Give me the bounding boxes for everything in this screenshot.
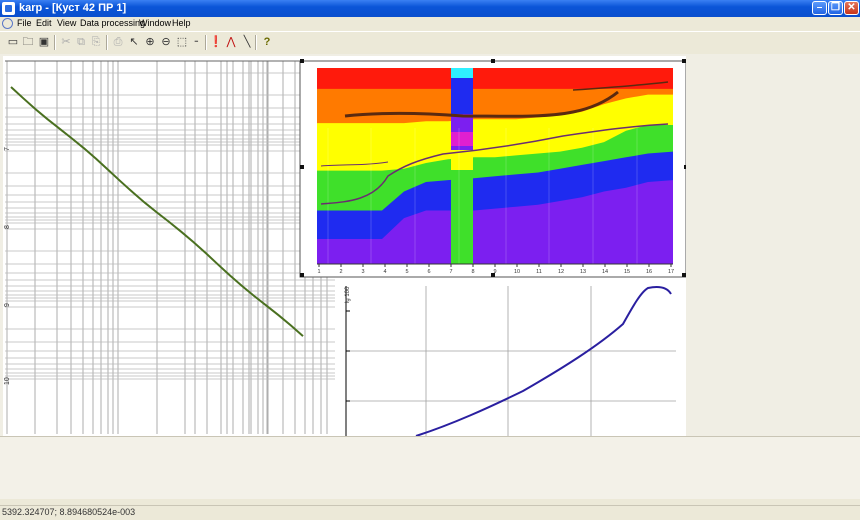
x-tick-label: 11	[536, 269, 542, 275]
menu-bar: File Edit View Data processing Window He…	[0, 17, 860, 45]
menu-data-processing[interactable]: Data processing	[80, 18, 145, 28]
close-icon: ✕	[847, 2, 856, 13]
x-tick-label: 6	[427, 269, 430, 275]
resize-handle[interactable]	[684, 165, 688, 169]
x-tick-label: 16	[646, 269, 652, 275]
well-segment	[451, 170, 473, 264]
menu-window[interactable]: Window	[139, 18, 171, 28]
x-tick-label: 10	[514, 269, 520, 275]
resize-handle[interactable]	[682, 59, 686, 63]
toolbar-separator	[54, 35, 56, 50]
zoom-in-icon[interactable]: ⊕	[143, 35, 157, 49]
bottom-right-plot-background	[346, 286, 676, 436]
menu-help[interactable]: Help	[172, 18, 191, 28]
line-tool-icon[interactable]: ╴	[191, 35, 205, 49]
x-tick-label: 14	[602, 269, 608, 275]
title-bar: karp - [Куст 42 ПР 1] – ❐ ✕	[0, 0, 860, 17]
close-button[interactable]: ✕	[844, 1, 859, 15]
marker-icon[interactable]: ❗	[209, 35, 223, 49]
toolbar-new-button[interactable]: ▭	[6, 35, 20, 49]
toolbar-separator	[255, 35, 257, 50]
x-tick-label: 12	[558, 269, 564, 275]
zoom-out-icon[interactable]: ⊖	[159, 35, 173, 49]
section-plot[interactable]: 1 2 3 4 5 6 7 8 9 10 11 12 13 14 15 16 17	[299, 59, 688, 278]
zoom-window-icon[interactable]: ⬚	[175, 35, 189, 49]
resize-handle[interactable]	[300, 273, 304, 277]
plots-canvas: 78910 lg 100 1 2 3 4 5 6 7 8 9 10 11 12 13 14 15 16 17	[4, 59, 688, 437]
x-tick-label: 13	[580, 269, 586, 275]
colormap-band	[317, 68, 673, 77]
resize-handle[interactable]	[300, 59, 304, 63]
status-bar: 5392.324707; 8.894680524e-003	[0, 505, 860, 520]
cursor-coordinates: 5392.324707; 8.894680524e-003	[2, 507, 136, 517]
resize-handle[interactable]	[491, 273, 495, 277]
menu-edit[interactable]: Edit	[36, 18, 52, 28]
well-segment	[451, 68, 473, 78]
x-tick-label: 3	[361, 269, 364, 275]
save-icon[interactable]: ▣	[37, 35, 51, 49]
minimize-icon: –	[816, 2, 823, 13]
menu-file[interactable]: File	[17, 18, 32, 28]
maximize-button[interactable]: ❐	[828, 1, 843, 15]
toolbar: ▭ 🗀 ▣ ✂ ⧉ ⎘ ⎙ ↖ ⊕ ⊖ ⬚ ╴ ❗ ⋀ ╲ ?	[0, 31, 860, 55]
peak-icon[interactable]: ⋀	[224, 35, 238, 49]
document-window: 7 8 9 10 lg 100 1 2 3 4 5 6 7 8 9 10 11 12 13 14 15 16 17	[3, 56, 688, 437]
open-folder-icon[interactable]: 🗀	[21, 35, 35, 49]
menu-view[interactable]: View	[57, 18, 76, 28]
section-plot-colormap	[317, 68, 673, 265]
y-tick-label: 9	[4, 303, 11, 307]
resize-handle[interactable]	[300, 165, 304, 169]
x-tick-label: 1	[317, 269, 320, 275]
bottom-right-plot-y-label: lg 100	[345, 286, 351, 303]
toolbar-separator	[106, 35, 108, 50]
x-tick-label: 4	[383, 269, 386, 275]
document-icon[interactable]	[2, 18, 13, 29]
x-tick-label: 15	[624, 269, 630, 275]
x-tick-label: 2	[339, 269, 342, 275]
bottom-right-plot[interactable]: lg 100	[345, 286, 676, 437]
copy-icon[interactable]: ⧉	[74, 35, 88, 49]
y-tick-label: 8	[4, 225, 11, 229]
y-tick-label: 7	[4, 147, 11, 151]
y-tick-label: 10	[4, 377, 11, 385]
x-tick-label: 17	[668, 269, 674, 275]
left-log-plot[interactable]: 7 8 9 10	[4, 60, 335, 434]
x-tick-label: 5	[405, 269, 408, 275]
toolbar-separator	[205, 35, 207, 50]
well-segment	[451, 146, 473, 150]
resize-handle[interactable]	[682, 273, 686, 277]
well-segment	[451, 132, 473, 146]
x-tick-label: 7	[449, 269, 452, 275]
pointer-icon[interactable]: ↖	[127, 35, 141, 49]
x-tick-label: 8	[471, 269, 474, 275]
slope-icon[interactable]: ╲	[240, 35, 254, 49]
maximize-icon: ❐	[831, 2, 840, 13]
window-title: karp - [Куст 42 ПР 1]	[19, 2, 127, 14]
cut-icon[interactable]: ✂	[59, 35, 73, 49]
print-icon[interactable]: ⎙	[111, 35, 125, 49]
paste-icon[interactable]: ⎘	[89, 35, 103, 49]
output-panel[interactable]	[0, 436, 860, 499]
help-icon[interactable]: ?	[260, 35, 274, 49]
resize-handle[interactable]	[491, 59, 495, 63]
well-segment	[451, 78, 473, 114]
app-icon[interactable]	[2, 2, 15, 15]
mdi-workspace: 7 8 9 10 lg 100 1 2 3 4 5 6 7 8 9 10 11 12 13 14 15 16 17	[0, 54, 860, 437]
minimize-button[interactable]: –	[812, 1, 827, 15]
